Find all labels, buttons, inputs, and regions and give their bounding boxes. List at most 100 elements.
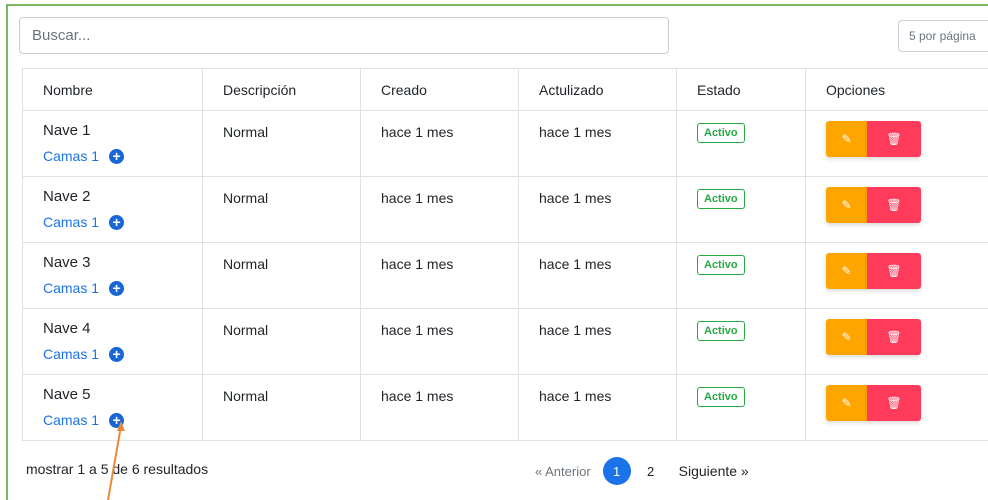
cell-creado: hace 1 mes — [360, 374, 519, 441]
camas-link[interactable]: Camas 1 — [43, 148, 99, 164]
status-badge: Activo — [697, 255, 745, 275]
edit-button[interactable]: ✎ — [826, 253, 867, 289]
table-row: Nave 5 Camas 1 + Normal hace 1 mes hace … — [22, 374, 988, 441]
cell-actualizado: hace 1 mes — [518, 308, 677, 375]
row-name: Nave 5 — [43, 386, 91, 403]
row-name: Nave 2 — [43, 188, 91, 205]
cell-descripcion: Normal — [202, 308, 361, 375]
camas-link[interactable]: Camas 1 — [43, 412, 99, 428]
cell-estado: Activo — [676, 242, 806, 309]
plus-circle-icon[interactable]: + — [109, 148, 125, 164]
delete-button[interactable]: 🗑 — [867, 187, 921, 223]
row-descripcion: Normal — [223, 388, 269, 404]
cell-creado: hace 1 mes — [360, 110, 519, 177]
cell-estado: Activo — [676, 110, 806, 177]
table-row: Nave 1 Camas 1 + Normal hace 1 mes hace … — [22, 110, 988, 177]
header-descripcion: Descripción — [202, 68, 361, 111]
row-actualizado: hace 1 mes — [539, 256, 612, 272]
row-actualizado: hace 1 mes — [539, 124, 612, 140]
cell-opciones: ✎ 🗑 — [805, 374, 988, 441]
row-descripcion: Normal — [223, 256, 269, 272]
row-actualizado: hace 1 mes — [539, 388, 612, 404]
header-estado: Estado — [676, 68, 806, 111]
header-nombre: Nombre — [22, 68, 203, 111]
delete-button[interactable]: 🗑 — [867, 385, 921, 421]
row-name: Nave 4 — [43, 320, 91, 337]
row-name: Nave 1 — [43, 122, 91, 139]
camas-link[interactable]: Camas 1 — [43, 346, 99, 362]
cell-estado: Activo — [676, 176, 806, 243]
trash-icon: 🗑 — [886, 264, 902, 278]
pencil-icon: ✎ — [841, 198, 852, 212]
cell-opciones: ✎ 🗑 — [805, 242, 988, 309]
table-header-row: Nombre Descripción Creado Actulizado Est… — [22, 68, 988, 111]
per-page-select[interactable]: 5 por página — [898, 20, 988, 52]
plus-circle-icon[interactable]: + — [109, 280, 125, 296]
row-descripcion: Normal — [223, 190, 269, 206]
results-info: mostrar 1 a 5 de 6 resultados — [26, 461, 209, 477]
row-descripcion: Normal — [223, 124, 269, 140]
edit-button[interactable]: ✎ — [826, 121, 867, 157]
edit-button[interactable]: ✎ — [826, 319, 867, 355]
row-creado: hace 1 mes — [381, 256, 454, 272]
cell-estado: Activo — [676, 374, 806, 441]
trash-icon: 🗑 — [886, 330, 902, 344]
pagination-next[interactable]: Siguiente » — [679, 463, 749, 479]
status-badge: Activo — [697, 123, 745, 143]
delete-button[interactable]: 🗑 — [867, 319, 921, 355]
header-opciones: Opciones — [805, 68, 988, 111]
plus-circle-icon[interactable]: + — [109, 412, 125, 428]
row-descripcion: Normal — [223, 322, 269, 338]
cell-nombre: Nave 2 Camas 1 + — [22, 176, 203, 243]
table-row: Nave 2 Camas 1 + Normal hace 1 mes hace … — [22, 176, 988, 243]
cell-creado: hace 1 mes — [360, 242, 519, 309]
cell-descripcion: Normal — [202, 110, 361, 177]
cell-descripcion: Normal — [202, 242, 361, 309]
pagination: « Anterior 1 2 Siguiente » — [535, 457, 749, 485]
cell-nombre: Nave 4 Camas 1 + — [22, 308, 203, 375]
pagination-page-2[interactable]: 2 — [637, 457, 665, 485]
cell-opciones: ✎ 🗑 — [805, 308, 988, 375]
header-actualizado: Actulizado — [518, 68, 677, 111]
pagination-page-1[interactable]: 1 — [602, 457, 631, 485]
delete-button[interactable]: 🗑 — [867, 253, 921, 289]
row-actualizado: hace 1 mes — [539, 190, 612, 206]
edit-button[interactable]: ✎ — [826, 187, 867, 223]
cell-descripcion: Normal — [202, 374, 361, 441]
row-creado: hace 1 mes — [381, 322, 454, 338]
cell-opciones: ✎ 🗑 — [805, 110, 988, 177]
delete-button[interactable]: 🗑 — [867, 121, 921, 157]
camas-link[interactable]: Camas 1 — [43, 214, 99, 230]
edit-button[interactable]: ✎ — [826, 385, 867, 421]
cell-creado: hace 1 mes — [360, 176, 519, 243]
cell-actualizado: hace 1 mes — [518, 110, 677, 177]
cell-estado: Activo — [676, 308, 806, 375]
plus-circle-icon[interactable]: + — [109, 214, 125, 230]
row-creado: hace 1 mes — [381, 124, 454, 140]
pagination-prev[interactable]: « Anterior — [535, 464, 591, 479]
trash-icon: 🗑 — [886, 132, 902, 146]
cell-actualizado: hace 1 mes — [518, 242, 677, 309]
cell-opciones: ✎ 🗑 — [805, 176, 988, 243]
row-creado: hace 1 mes — [381, 388, 454, 404]
row-creado: hace 1 mes — [381, 190, 454, 206]
table-row: Nave 3 Camas 1 + Normal hace 1 mes hace … — [22, 242, 988, 309]
plus-circle-icon[interactable]: + — [109, 346, 125, 362]
cell-descripcion: Normal — [202, 176, 361, 243]
search-input[interactable] — [19, 17, 669, 54]
cell-creado: hace 1 mes — [360, 308, 519, 375]
cell-actualizado: hace 1 mes — [518, 176, 677, 243]
trash-icon: 🗑 — [886, 396, 902, 410]
cell-actualizado: hace 1 mes — [518, 374, 677, 441]
row-name: Nave 3 — [43, 254, 91, 271]
pencil-icon: ✎ — [841, 264, 852, 278]
cell-nombre: Nave 3 Camas 1 + — [22, 242, 203, 309]
header-creado: Creado — [360, 68, 519, 111]
status-badge: Activo — [697, 321, 745, 341]
camas-link[interactable]: Camas 1 — [43, 280, 99, 296]
row-actualizado: hace 1 mes — [539, 322, 612, 338]
pencil-icon: ✎ — [841, 132, 852, 146]
pencil-icon: ✎ — [841, 396, 852, 410]
cell-nombre: Nave 1 Camas 1 + — [22, 110, 203, 177]
status-badge: Activo — [697, 387, 745, 407]
